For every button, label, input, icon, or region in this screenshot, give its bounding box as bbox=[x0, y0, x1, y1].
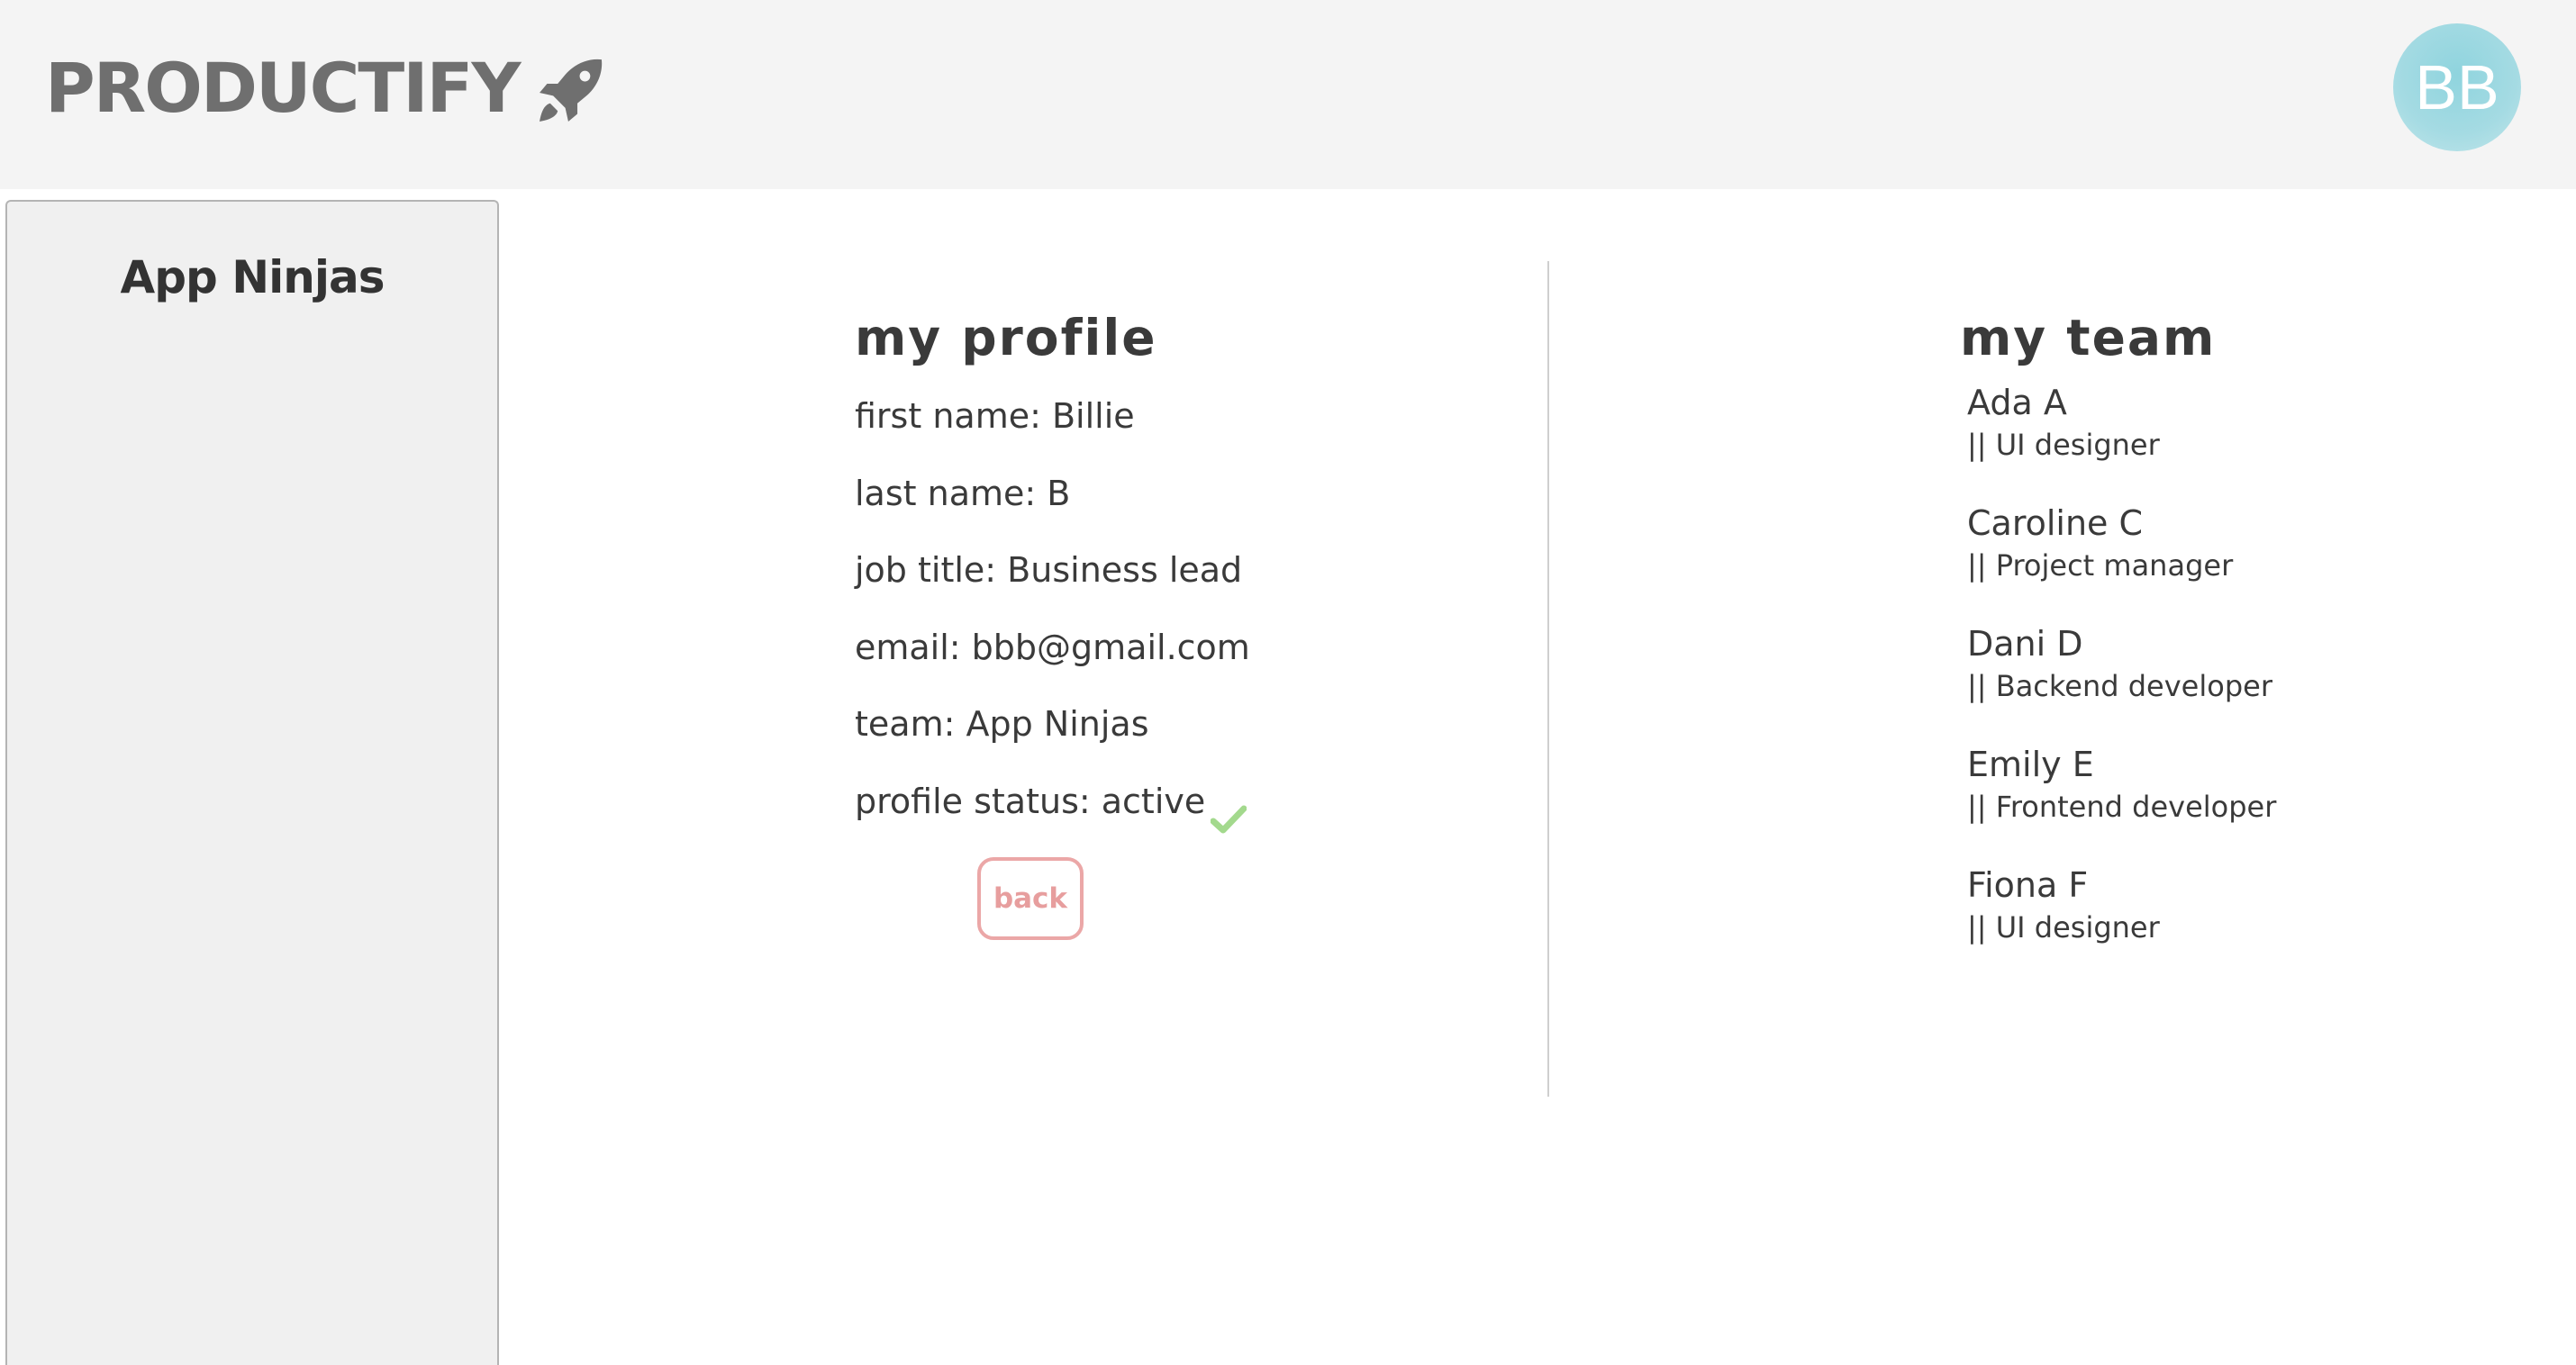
app-header: PRODUCTIFY BB bbox=[0, 0, 2576, 189]
member-name: Dani D bbox=[1967, 624, 2083, 664]
team-title: my team bbox=[1960, 309, 2217, 366]
team-field: team: App Ninjas bbox=[855, 704, 1149, 744]
job-title-field: job title: Business lead bbox=[855, 550, 1243, 590]
team-member: Caroline C || Project manager bbox=[1967, 499, 2500, 619]
main-content: my profile first name: Billie last name:… bbox=[501, 189, 2576, 1365]
rocket-icon bbox=[535, 50, 611, 126]
member-role: || Frontend developer bbox=[1967, 790, 2277, 824]
profile-title: my profile bbox=[855, 309, 1157, 366]
sidebar: App Ninjas bbox=[5, 200, 499, 1365]
email-field: email: bbb@gmail.com bbox=[855, 627, 1250, 667]
profile-status-text: profile status: active bbox=[855, 781, 1206, 821]
sidebar-team-name: App Ninjas bbox=[120, 251, 385, 303]
member-role: || Project manager bbox=[1967, 548, 2234, 583]
member-name: Ada A bbox=[1967, 383, 2067, 422]
user-avatar[interactable]: BB bbox=[2393, 23, 2521, 151]
team-section: my team Ada A || UI designer Caroline C … bbox=[1960, 297, 2500, 981]
column-divider bbox=[1547, 261, 1549, 1097]
member-role: || Backend developer bbox=[1967, 669, 2272, 703]
brand-logo[interactable]: PRODUCTIFY bbox=[45, 43, 611, 133]
team-member: Fiona F || UI designer bbox=[1967, 861, 2500, 981]
member-role: || UI designer bbox=[1967, 910, 2160, 945]
member-name: Emily E bbox=[1967, 745, 2094, 784]
profile-section: my profile first name: Billie last name:… bbox=[855, 297, 1485, 840]
team-list: Ada A || UI designer Caroline C || Proje… bbox=[1960, 378, 2500, 981]
team-member: Emily E || Frontend developer bbox=[1967, 740, 2500, 861]
member-role: || UI designer bbox=[1967, 428, 2160, 462]
last-name-field: last name: B bbox=[855, 473, 1071, 513]
back-button[interactable]: back bbox=[977, 857, 1084, 940]
member-name: Caroline C bbox=[1967, 503, 2144, 543]
brand-name: PRODUCTIFY bbox=[45, 48, 521, 128]
member-name: Fiona F bbox=[1967, 865, 2089, 905]
team-member: Dani D || Backend developer bbox=[1967, 619, 2500, 740]
check-icon bbox=[1210, 787, 1247, 834]
first-name-field: first name: Billie bbox=[855, 396, 1135, 436]
profile-status-field: profile status: active bbox=[855, 764, 1485, 841]
team-member: Ada A || UI designer bbox=[1967, 378, 2500, 499]
